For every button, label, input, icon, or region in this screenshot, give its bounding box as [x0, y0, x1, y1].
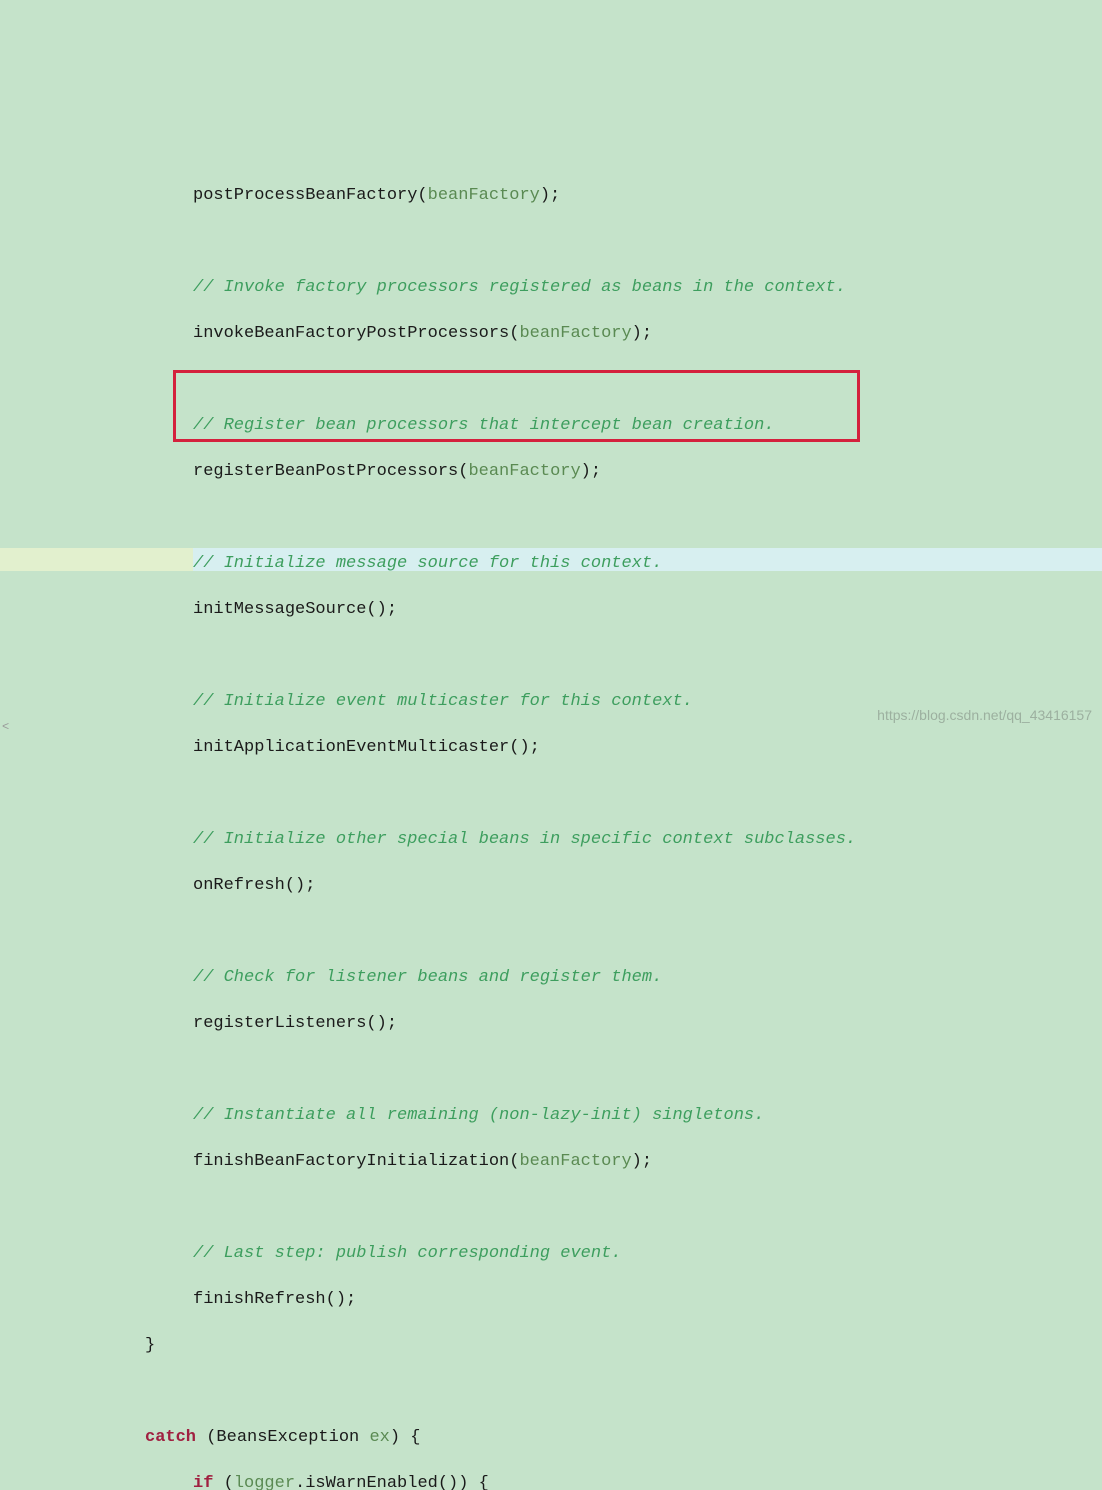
code-line: registerListeners(); [0, 1012, 1102, 1035]
code-line: finishBeanFactoryInitialization(beanFact… [0, 1150, 1102, 1173]
code-line: initApplicationEventMulticaster(); [0, 736, 1102, 759]
param-token: ex [369, 1428, 389, 1447]
blank-line [0, 782, 1102, 805]
code-line: onRefresh(); [0, 874, 1102, 897]
comment-line: // Initialize message source for this co… [0, 552, 1102, 575]
comment-line: // Instantiate all remaining (non-lazy-i… [0, 1104, 1102, 1127]
code-token: (BeansException [196, 1428, 369, 1447]
code-line: registerBeanPostProcessors(beanFactory); [0, 460, 1102, 483]
code-line: postProcessBeanFactory(beanFactory); [0, 184, 1102, 207]
blank-line [0, 368, 1102, 391]
brace: } [0, 1334, 1102, 1357]
catch-line: catch (BeansException ex) { [0, 1426, 1102, 1449]
code-token: finishBeanFactoryInitialization( [193, 1152, 519, 1171]
code-line: initMessageSource(); [0, 598, 1102, 621]
blank-line [0, 920, 1102, 943]
code-token: ); [632, 1152, 652, 1171]
comment-line: // Invoke factory processors registered … [0, 276, 1102, 299]
scroll-left-indicator: < [2, 716, 9, 739]
code-token: ); [540, 186, 560, 205]
code-line: finishRefresh(); [0, 1288, 1102, 1311]
comment-line: // Check for listener beans and register… [0, 966, 1102, 989]
comment-line: // Last step: publish corresponding even… [0, 1242, 1102, 1265]
blank-line [0, 230, 1102, 253]
comment-line: // Register bean processors that interce… [0, 414, 1102, 437]
code-token: registerBeanPostProcessors( [193, 462, 468, 481]
watermark-text: https://blog.csdn.net/qq_43416157 [877, 704, 1092, 727]
if-line: if (logger.isWarnEnabled()) { [0, 1472, 1102, 1490]
param-token: beanFactory [428, 186, 540, 205]
keyword-token: if [193, 1474, 213, 1490]
param-token: beanFactory [468, 462, 580, 481]
param-token: beanFactory [519, 324, 631, 343]
code-token: invokeBeanFactoryPostProcessors( [193, 324, 519, 343]
code-token: ); [632, 324, 652, 343]
blank-line [0, 506, 1102, 529]
param-token: beanFactory [519, 1152, 631, 1171]
comment-line: // Initialize other special beans in spe… [0, 828, 1102, 851]
code-token: ); [581, 462, 601, 481]
code-token: .isWarnEnabled()) { [295, 1474, 489, 1490]
code-line: invokeBeanFactoryPostProcessors(beanFact… [0, 322, 1102, 345]
param-token: logger [234, 1474, 295, 1490]
code-token: ) { [390, 1428, 421, 1447]
blank-line [0, 1380, 1102, 1403]
code-editor: postProcessBeanFactory(beanFactory); // … [0, 161, 1102, 1490]
blank-line [0, 1196, 1102, 1219]
code-token: ( [213, 1474, 233, 1490]
code-token: postProcessBeanFactory( [193, 186, 428, 205]
keyword-token: catch [145, 1428, 196, 1447]
blank-line [0, 644, 1102, 667]
blank-line [0, 1058, 1102, 1081]
